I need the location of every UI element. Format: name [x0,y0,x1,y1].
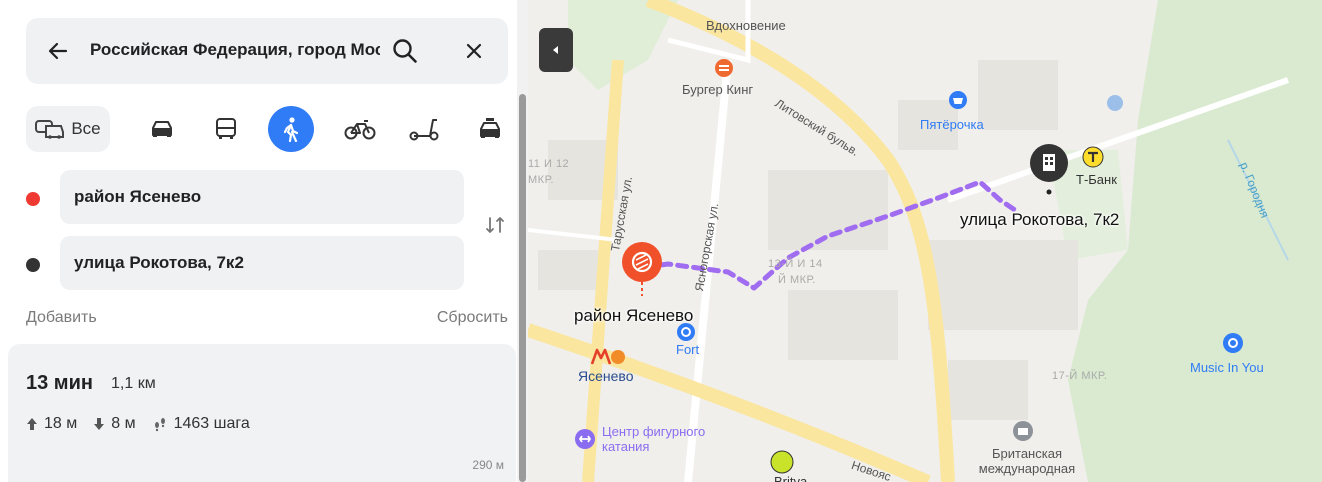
poi-britva[interactable]: Britva [774,474,807,482]
shop-icon[interactable] [1106,94,1124,112]
basket-icon[interactable] [948,90,968,110]
district-17: 17-Й МКР. [1052,370,1108,382]
poi-british-school[interactable]: Британская международная [962,446,1092,476]
descent-stat: 8 м [93,415,136,433]
scale-label: 290 м [472,458,504,472]
end-pin-icon[interactable] [1028,142,1070,198]
poi-skating-center[interactable]: Центр фигурного катания [602,424,722,454]
poi-metro-yasenevo[interactable]: Ясенево [578,368,633,384]
search-input[interactable]: Российская Федерация, город Москва, райо… [90,40,380,60]
reset-route-button[interactable]: Сбросить [437,309,508,327]
descent-value: 8 м [111,415,136,432]
district-13-14-suffix: Й МКР. [778,274,816,286]
route-to-field[interactable]: улица Рокотова, 7к2 [60,236,464,290]
mode-walk-button[interactable] [268,106,314,152]
pedestrian-icon [283,117,299,142]
arrow-left-icon[interactable] [44,37,72,65]
end-point-dot [26,258,40,272]
district-11-12-suffix: МКР. [528,174,554,186]
skating-icon[interactable] [574,428,596,450]
route-stats: 18 м 8 м 1463 шага [26,415,266,433]
scooter-icon [409,119,439,141]
poi-music-in-you[interactable]: Music In You [1190,360,1264,375]
poi-burger-king[interactable]: Бургер Кинг [682,82,753,97]
search-icon[interactable] [390,36,420,66]
barber-icon[interactable] [770,450,794,474]
mode-scooter-button[interactable] [404,106,444,152]
route-from-text: район Ясенево [74,187,202,206]
route-time: 13 мин [26,372,93,394]
mode-all-button[interactable]: Все [26,106,110,152]
mode-bike-button[interactable] [338,106,382,152]
route-to-text: улица Рокотова, 7к2 [74,253,244,272]
mode-all-label: Все [71,119,101,138]
arrow-down-icon [94,418,105,430]
steps-stat: 1463 шага [152,415,250,433]
bank-icon[interactable] [1082,146,1104,168]
taxi-icon [480,118,500,138]
metro-icon[interactable] [590,348,626,366]
add-point-button[interactable]: Добавить [26,309,97,327]
start-point-dot [26,192,40,206]
start-pin-icon[interactable] [620,240,664,300]
poi-pyaterochka[interactable]: Пятёрочка [920,117,984,132]
car-icon [152,121,172,137]
poi-tbank[interactable]: Т-Банк [1076,172,1117,187]
multi-transport-icon [35,120,65,139]
map-end-label: улица Рокотова, 7к2 [960,210,1120,229]
burger-icon[interactable] [714,58,734,78]
panel-scrollbar-thumb[interactable] [519,94,526,482]
footsteps-icon [154,418,165,432]
mode-car-button[interactable] [142,106,182,152]
chevron-left-icon [553,46,558,54]
ascent-value: 18 м [44,415,78,432]
school-icon[interactable] [1012,420,1034,442]
steps-value: 1463 шага [173,415,250,432]
district-13-14: 13-Й И 14 [768,258,823,270]
mode-taxi-button[interactable] [470,106,510,152]
route-panel: Российская Федерация, город Москва, райо… [0,0,528,482]
bus-icon [216,118,236,139]
search-bar: Российская Федерация, город Москва, райо… [26,18,508,84]
arrow-up-icon [27,418,37,430]
route-summary-card[interactable]: 13 мин 1,1 км 18 м 8 м 1463 шага 290 м [8,344,516,482]
ascent-stat: 18 м [26,415,77,433]
mode-transit-button[interactable] [206,106,246,152]
swap-icon[interactable] [484,214,506,236]
route-distance: 1,1 км [111,375,156,392]
bicycle-icon [344,120,376,140]
map-start-label: район Ясенево [574,306,694,325]
district-11-12: 11 И 12 [528,158,570,170]
collapse-panel-button[interactable] [539,28,573,72]
poi-vdohnovenie[interactable]: Вдохновение [706,18,786,33]
park-area-north [568,0,678,90]
route-from-field[interactable]: район Ясенево [60,170,464,224]
poi-fort[interactable]: Fort [676,342,699,357]
music-school-icon[interactable] [1222,332,1244,354]
map-view[interactable]: Вдохновение Бургер Кинг Пятёрочка Т-Банк… [528,0,1322,482]
close-icon[interactable] [460,37,488,65]
transport-modes: Все [26,106,508,152]
